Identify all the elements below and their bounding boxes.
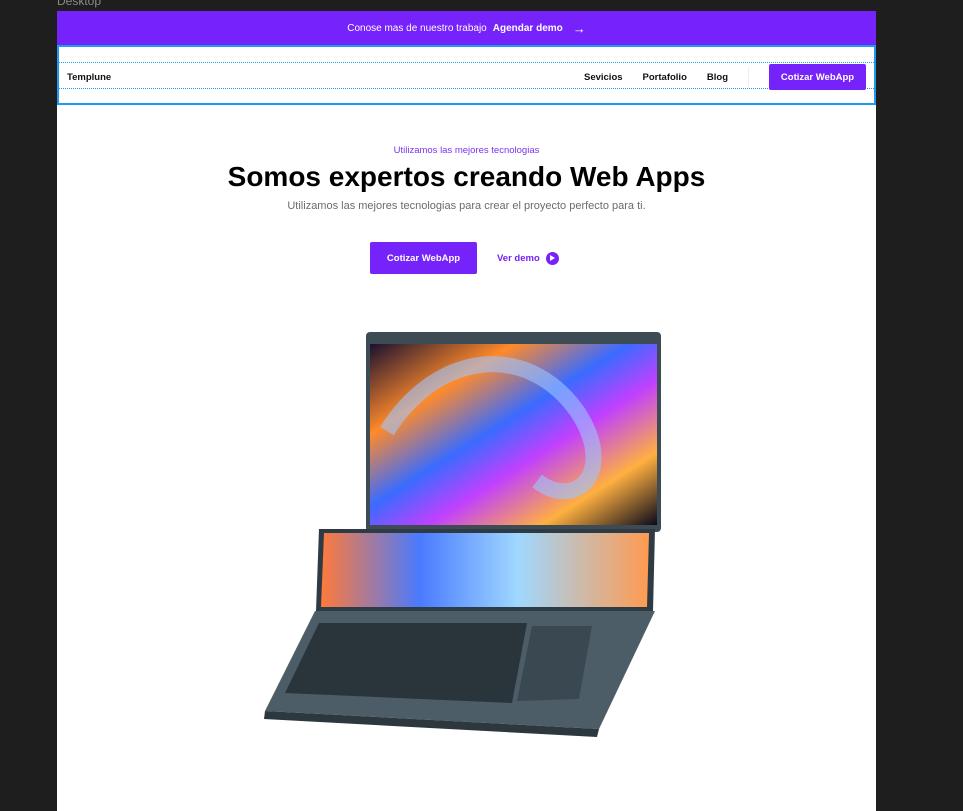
frame-label[interactable]: Desktop: [57, 0, 101, 8]
keyboard-keys: [285, 623, 592, 703]
desktop-frame: Conose mas de nuestro trabajo Agendar de…: [57, 11, 876, 811]
screenpad-screen: [321, 533, 649, 607]
laptop-image: [264, 332, 661, 737]
